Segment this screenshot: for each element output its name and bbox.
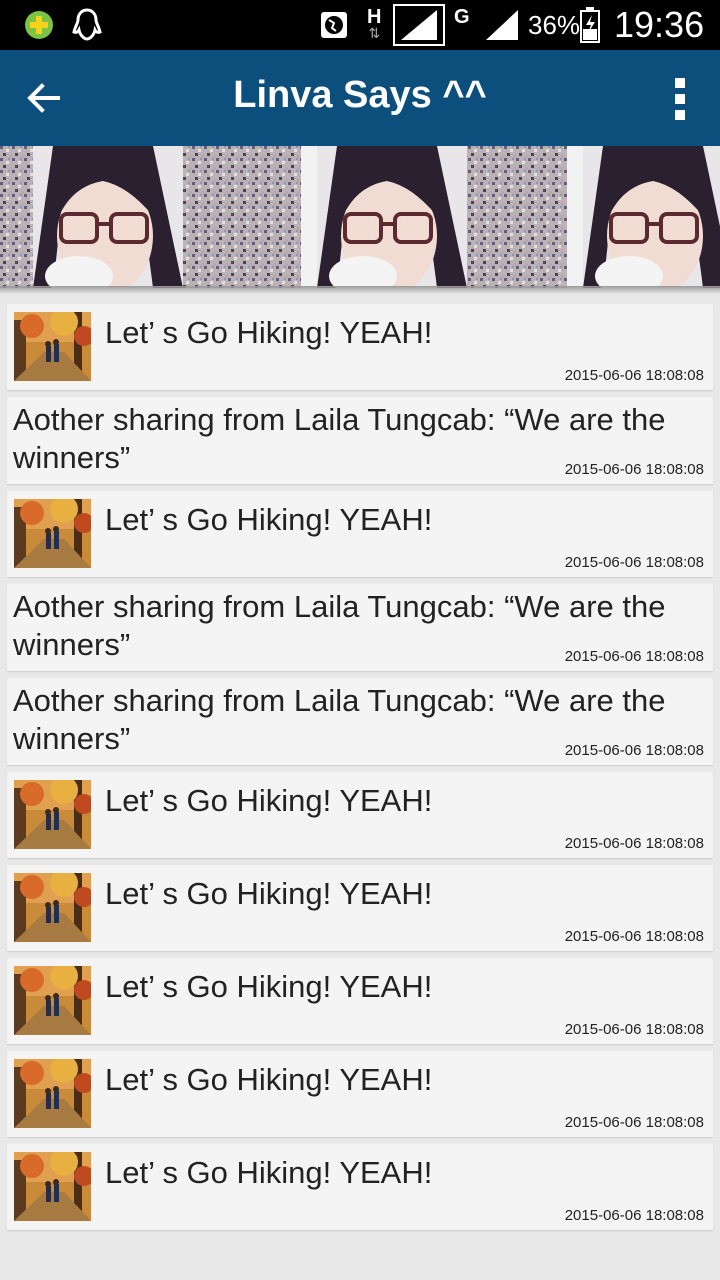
qq-penguin-icon: [70, 0, 104, 50]
post-thumbnail: [14, 873, 91, 942]
post-timestamp: 2015-06-06 18:08:08: [564, 835, 704, 852]
post-thumbnail: [14, 1059, 91, 1128]
network-type-label-2: G: [454, 6, 470, 28]
clock: 19:36: [614, 4, 705, 45]
post-thumbnail: [14, 499, 91, 568]
post-title: Let’ s Go Hiking! YEAH!: [105, 502, 433, 537]
post-title: Let’ s Go Hiking! YEAH!: [105, 1155, 433, 1190]
post-title: Let’ s Go Hiking! YEAH!: [105, 315, 433, 350]
post-feed: Let’ s Go Hiking! YEAH! 2015-06-06 18:08:…: [7, 304, 713, 1237]
list-item[interactable]: Let’ s Go Hiking! YEAH! 2015-06-06 18:08:…: [7, 491, 713, 577]
post-timestamp: 2015-06-06 18:08:08: [564, 648, 704, 665]
post-timestamp: 2015-06-06 18:08:08: [564, 461, 704, 478]
status-bar: H ⇅ G 36% 19:36: [0, 0, 720, 50]
banner-shadow: [0, 286, 720, 294]
list-item[interactable]: Aother sharing from Laila Tungcab: “We a…: [7, 678, 713, 765]
overflow-menu-button[interactable]: [670, 76, 690, 122]
list-item[interactable]: Aother sharing from Laila Tungcab: “We a…: [7, 397, 713, 484]
list-item[interactable]: Let’ s Go Hiking! YEAH! 2015-06-06 18:08:…: [7, 865, 713, 951]
battery-icon: [580, 0, 600, 50]
profile-banner: [0, 146, 720, 288]
post-title: Let’ s Go Hiking! YEAH!: [105, 1062, 433, 1097]
battery-percent: 36%: [528, 9, 581, 40]
list-item[interactable]: Aother sharing from Laila Tungcab: “We a…: [7, 584, 713, 671]
globe-sync-icon: [320, 0, 348, 50]
signal-icon: [393, 0, 445, 50]
post-thumbnail: [14, 780, 91, 849]
app-notification-icon: [24, 0, 54, 50]
list-item[interactable]: Let’ s Go Hiking! YEAH! 2015-06-06 18:08:…: [7, 958, 713, 1044]
post-thumbnail: [14, 966, 91, 1035]
post-timestamp: 2015-06-06 18:08:08: [564, 928, 704, 945]
post-timestamp: 2015-06-06 18:08:08: [564, 742, 704, 759]
post-title: Let’ s Go Hiking! YEAH!: [105, 783, 433, 818]
post-timestamp: 2015-06-06 18:08:08: [564, 1021, 704, 1038]
post-timestamp: 2015-06-06 18:08:08: [564, 554, 704, 571]
post-thumbnail: [14, 312, 91, 381]
post-timestamp: 2015-06-06 18:08:08: [564, 367, 704, 384]
list-item[interactable]: Let’ s Go Hiking! YEAH! 2015-06-06 18:08:…: [7, 772, 713, 858]
network-type-label: H: [367, 6, 382, 28]
list-item[interactable]: Let’ s Go Hiking! YEAH! 2015-06-06 18:08:…: [7, 1051, 713, 1137]
post-thumbnail: [14, 1152, 91, 1221]
post-timestamp: 2015-06-06 18:08:08: [564, 1207, 704, 1224]
page-title: Linva Says ^^: [233, 74, 487, 116]
more-vertical-icon: [675, 78, 685, 120]
profile-photo-collage: [0, 146, 720, 288]
signal-icon-2: [484, 0, 520, 50]
post-title: Let’ s Go Hiking! YEAH!: [105, 876, 433, 911]
post-timestamp: 2015-06-06 18:08:08: [564, 1114, 704, 1131]
list-item[interactable]: Let’ s Go Hiking! YEAH! 2015-06-06 18:08:…: [7, 1144, 713, 1230]
app-bar: Linva Says ^^: [0, 50, 720, 146]
post-title: Let’ s Go Hiking! YEAH!: [105, 969, 433, 1004]
list-item[interactable]: Let’ s Go Hiking! YEAH! 2015-06-06 18:08:…: [7, 304, 713, 390]
